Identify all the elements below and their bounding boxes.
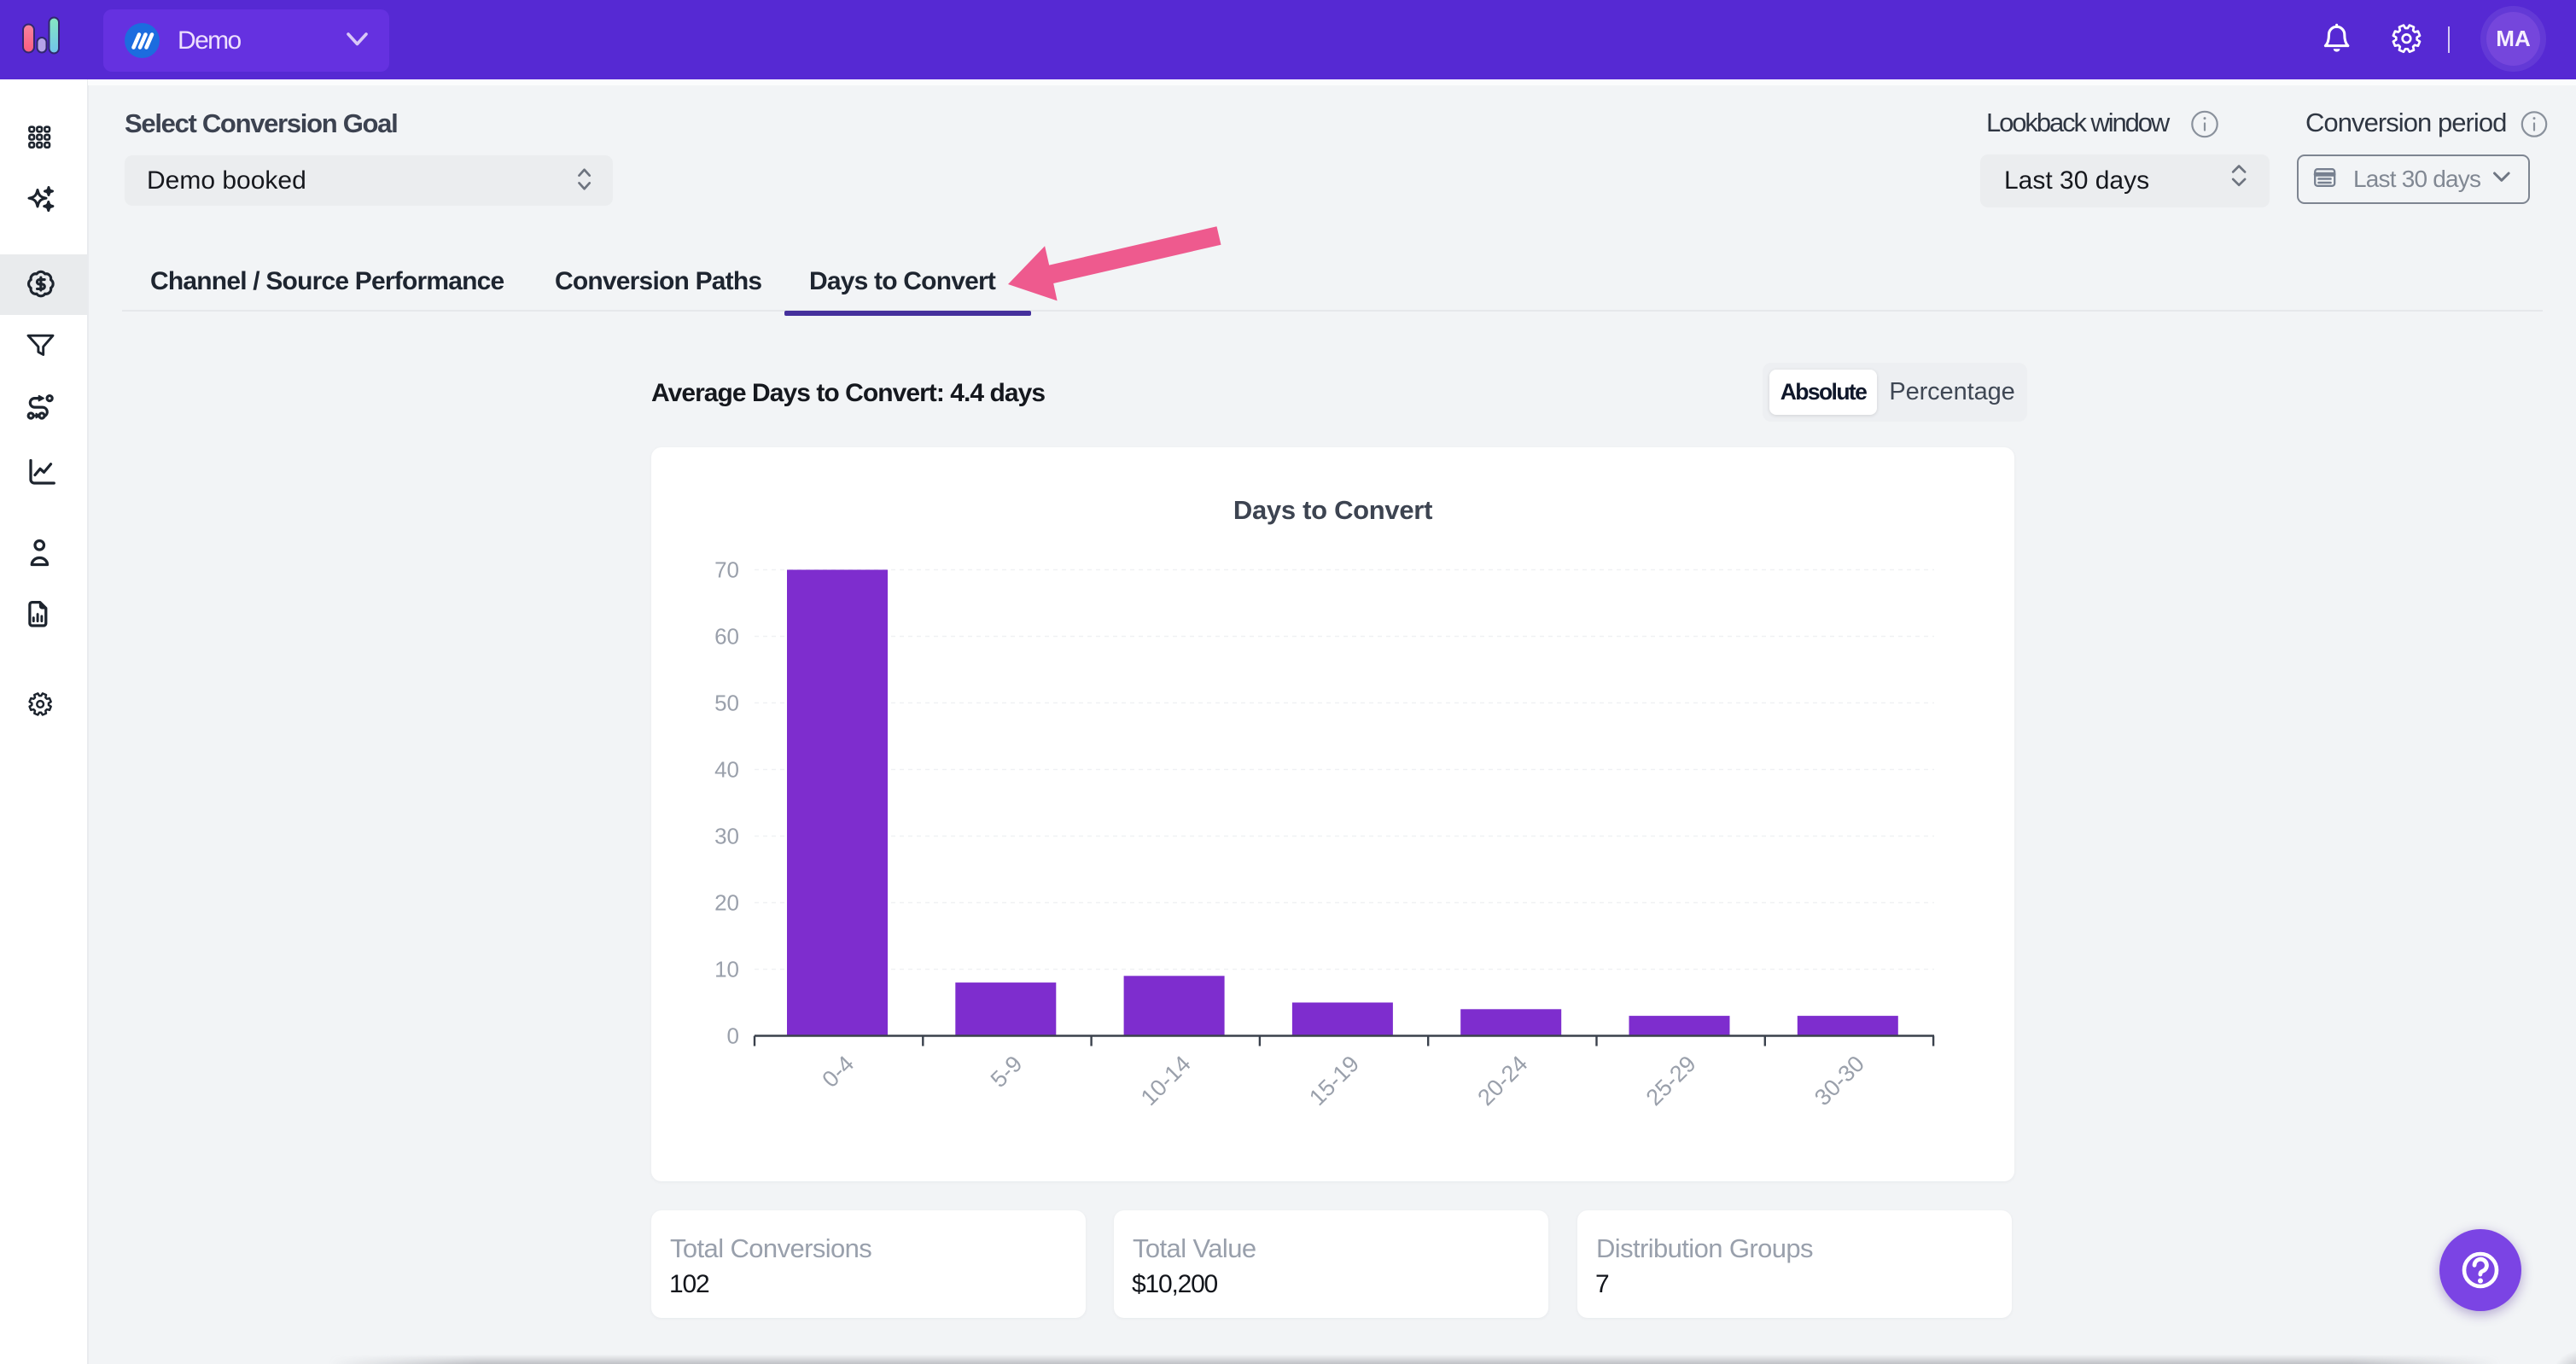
svg-text:70: 70 [714,557,739,583]
svg-text:40: 40 [714,757,739,783]
svg-text:20: 20 [714,890,739,916]
svg-text:10-14: 10-14 [1136,1051,1196,1110]
svg-text:15-19: 15-19 [1304,1051,1364,1110]
svg-text:30-30: 30-30 [1810,1051,1869,1110]
svg-text:0-4: 0-4 [817,1051,859,1093]
svg-text:5-9: 5-9 [986,1051,1028,1093]
svg-text:50: 50 [714,691,739,716]
svg-text:0: 0 [727,1023,739,1049]
svg-text:20-24: 20-24 [1472,1051,1532,1110]
svg-text:60: 60 [714,624,739,650]
svg-text:25-29: 25-29 [1641,1051,1701,1110]
svg-text:30: 30 [714,824,739,849]
svg-text:10: 10 [714,957,739,982]
